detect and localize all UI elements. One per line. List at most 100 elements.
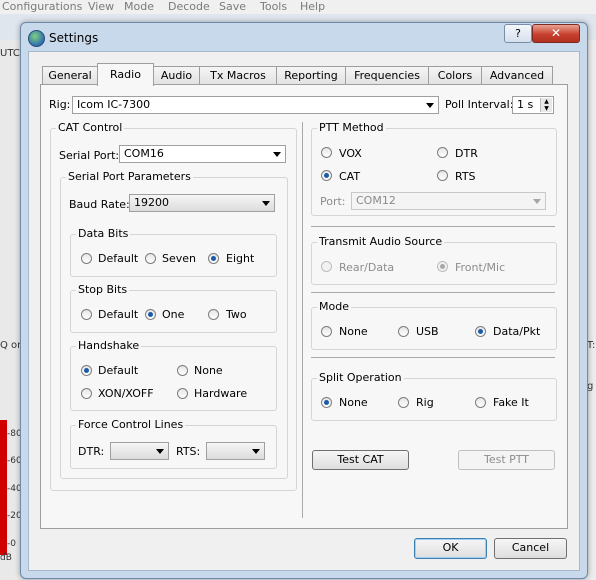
split-rig-label: Rig xyxy=(416,396,434,409)
tab-tx-macros[interactable]: Tx Macros xyxy=(199,66,277,85)
help-button[interactable]: ? xyxy=(504,24,532,43)
poll-interval-spinbox[interactable]: 1 s ▲ ▼ xyxy=(512,96,554,114)
tab-audio[interactable]: Audio xyxy=(153,66,200,85)
meter-tick-0: -0 xyxy=(7,539,16,549)
baud-rate-select[interactable]: 19200 xyxy=(129,194,275,212)
baud-rate-label: Baud Rate: xyxy=(69,198,130,211)
tab-general[interactable]: General xyxy=(42,66,98,85)
signal-meter-bar xyxy=(0,420,7,555)
stop-bits-one-radio[interactable] xyxy=(145,309,156,320)
spin-up-icon[interactable]: ▲ xyxy=(540,98,552,105)
transmit-audio-source-title: Transmit Audio Source xyxy=(317,235,445,248)
tab-frequencies[interactable]: Frequencies xyxy=(345,66,429,85)
rig-select[interactable]: Icom IC-7300 xyxy=(72,96,439,114)
handshake-hardware-label: Hardware xyxy=(194,387,248,400)
handshake-hardware-radio[interactable] xyxy=(177,388,188,399)
cancel-button[interactable]: Cancel xyxy=(494,538,567,559)
bg-label-t: T: xyxy=(587,340,596,351)
tx-audio-rear-data-radio[interactable] xyxy=(321,261,332,272)
ptt-port-select[interactable]: COM12 xyxy=(351,192,546,210)
handshake-group xyxy=(70,346,277,411)
chevron-down-icon xyxy=(262,201,270,206)
ptt-vox-radio[interactable] xyxy=(321,147,332,158)
mode-data-pkt-radio[interactable] xyxy=(475,326,486,337)
test-ptt-button[interactable]: Test PTT xyxy=(458,450,555,470)
data-bits-default-radio[interactable] xyxy=(81,253,92,264)
split-operation-title: Split Operation xyxy=(317,371,404,384)
tab-reporting[interactable]: Reporting xyxy=(276,66,346,85)
split-none-radio[interactable] xyxy=(321,397,332,408)
split-fake-it-radio[interactable] xyxy=(475,397,486,408)
mode-none-radio[interactable] xyxy=(321,326,332,337)
dtr-label: DTR: xyxy=(78,445,105,458)
vertical-separator xyxy=(302,122,303,518)
serial-port-value: COM16 xyxy=(124,147,164,160)
serial-port-select[interactable]: COM16 xyxy=(119,145,286,163)
stop-bits-title: Stop Bits xyxy=(76,283,130,296)
handshake-none-label: None xyxy=(194,364,223,377)
rts-label: RTS: xyxy=(176,445,201,458)
dialog-title: Settings xyxy=(49,31,99,45)
ptt-cat-radio[interactable] xyxy=(321,170,332,181)
stop-bits-two-radio[interactable] xyxy=(208,309,219,320)
ptt-rts-radio[interactable] xyxy=(437,170,448,181)
bg-menu-help: Help xyxy=(300,0,326,13)
tab-radio[interactable]: Radio xyxy=(97,63,154,86)
ptt-rts-label: RTS xyxy=(455,170,476,183)
mode-title: Mode xyxy=(317,300,351,313)
app-icon xyxy=(28,30,45,47)
separator-line xyxy=(311,226,555,227)
data-bits-eight-radio[interactable] xyxy=(208,253,219,264)
ptt-vox-label: VOX xyxy=(339,147,362,160)
ptt-dtr-label: DTR xyxy=(455,147,478,160)
data-bits-eight-label: Eight xyxy=(226,252,255,265)
stop-bits-two-label: Two xyxy=(226,308,247,321)
stop-bits-default-radio[interactable] xyxy=(81,309,92,320)
baud-rate-value: 19200 xyxy=(134,196,169,209)
serial-port-label: Serial Port: xyxy=(59,149,120,162)
tab-colors[interactable]: Colors xyxy=(428,66,482,85)
tx-audio-rear-data-label: Rear/Data xyxy=(339,261,395,274)
handshake-xonxoff-radio[interactable] xyxy=(81,388,92,399)
ptt-dtr-radio[interactable] xyxy=(437,147,448,158)
mode-usb-radio[interactable] xyxy=(398,326,409,337)
data-bits-seven-label: Seven xyxy=(162,252,196,265)
close-button[interactable]: ✕ xyxy=(532,24,580,43)
handshake-title: Handshake xyxy=(76,339,142,352)
force-control-lines-title: Force Control Lines xyxy=(76,418,186,431)
separator-line xyxy=(311,357,555,358)
ptt-method-title: PTT Method xyxy=(317,121,386,134)
poll-interval-value: 1 s xyxy=(517,98,534,111)
chevron-down-icon xyxy=(273,152,281,157)
bg-menu-decode: Decode xyxy=(168,0,210,13)
bg-menu-save: Save xyxy=(219,0,247,13)
separator-line xyxy=(311,292,555,293)
chevron-down-icon xyxy=(252,449,260,454)
bg-menu-view: View xyxy=(88,0,115,13)
tx-audio-front-mic-radio[interactable] xyxy=(437,261,448,272)
meter-unit-label: dB xyxy=(0,553,12,563)
handshake-default-radio[interactable] xyxy=(81,365,92,376)
split-rig-radio[interactable] xyxy=(398,397,409,408)
background-menubar: Configurations View Mode Decode Save Too… xyxy=(0,0,596,14)
mode-usb-label: USB xyxy=(416,325,439,338)
bg-menu-configurations: Configurations xyxy=(2,0,83,13)
stop-bits-default-label: Default xyxy=(98,308,139,321)
data-bits-seven-radio[interactable] xyxy=(145,253,156,264)
poll-interval-label: Poll Interval: xyxy=(445,98,514,111)
ok-button[interactable]: OK xyxy=(414,538,487,559)
tab-advanced[interactable]: Advanced xyxy=(481,66,553,85)
handshake-none-radio[interactable] xyxy=(177,365,188,376)
ptt-cat-label: CAT xyxy=(339,170,361,183)
bg-label-utc: UTC xyxy=(0,48,20,59)
rts-select[interactable] xyxy=(206,442,265,460)
handshake-default-label: Default xyxy=(98,364,139,377)
test-cat-button[interactable]: Test CAT xyxy=(312,450,409,470)
data-bits-title: Data Bits xyxy=(76,227,131,240)
bg-menu-tools: Tools xyxy=(260,0,288,13)
mode-data-pkt-label: Data/Pkt xyxy=(493,325,541,338)
split-fake-it-label: Fake It xyxy=(493,396,529,409)
chevron-down-icon xyxy=(156,449,164,454)
spin-down-icon[interactable]: ▼ xyxy=(540,105,552,112)
dtr-select[interactable] xyxy=(110,442,169,460)
